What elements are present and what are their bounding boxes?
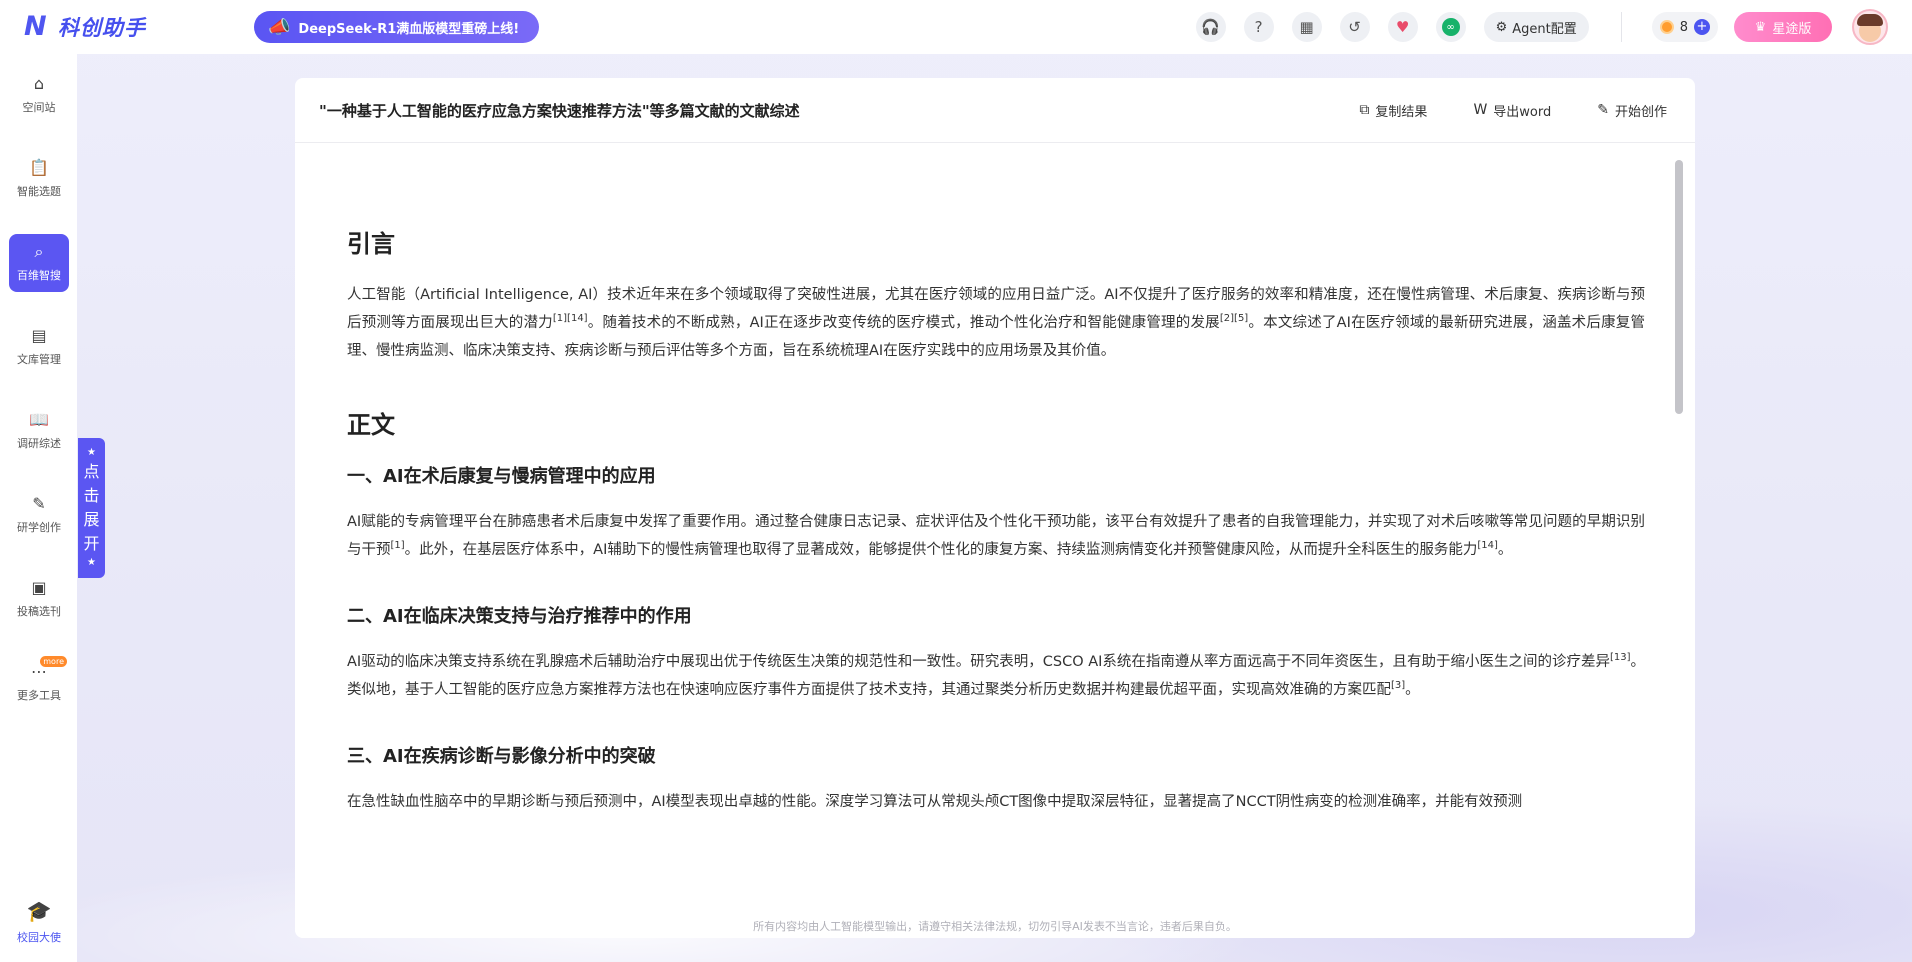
campus-ambassador-link[interactable]: 🎓 校园大使 xyxy=(9,892,69,952)
sidebar-item-writing[interactable]: ✎ 研学创作 xyxy=(9,486,69,544)
top-bar: N 科创助手 📣 DeepSeek-R1满血版模型重磅上线! 🎧 ? ▦ ↺ ♥… xyxy=(0,0,1912,54)
start-creation-label: 开始创作 xyxy=(1614,104,1667,120)
avatar-face-icon xyxy=(1857,14,1883,42)
agent-config-button[interactable]: ⚙ Agent配置 xyxy=(1483,12,1589,42)
body-heading: 正文 xyxy=(347,411,395,439)
headset-icon[interactable]: 🎧 xyxy=(1195,12,1226,42)
help-icon[interactable]: ? xyxy=(1243,12,1274,42)
calendar-icon[interactable]: ▦ xyxy=(1291,12,1322,42)
promo-text: DeepSeek-R1满血版模型重磅上线! xyxy=(298,21,520,37)
crown-icon: ♛ xyxy=(1754,19,1767,35)
campus-ambassador-label: 校园大使 xyxy=(17,931,61,944)
page-title: "一种基于人工智能的医疗应急方案快速推荐方法"等多篇文献的文献综述 xyxy=(319,101,800,120)
book-icon: 📖 xyxy=(29,410,49,429)
compose-icon: ✎ xyxy=(1597,102,1609,118)
citation-link[interactable]: [14] xyxy=(1477,540,1498,551)
sidebar-item-journal-selection[interactable]: ▣ 投稿选刊 xyxy=(9,570,69,628)
copy-result-label: 复制结果 xyxy=(1375,104,1428,120)
word-icon: W xyxy=(1473,102,1488,118)
section-heading-1: 一、AI在术后康复与慢病管理中的应用 xyxy=(347,466,656,487)
sidebar-item-label: 研学创作 xyxy=(17,521,61,534)
expand-tab-label: 点击展开 xyxy=(83,462,100,553)
health-heart-icon[interactable]: ♥ xyxy=(1387,12,1418,42)
sidebar-item-smart-search[interactable]: ⌕ 百维智搜 xyxy=(9,234,69,292)
sidebar-item-label: 空间站 xyxy=(22,101,56,114)
sidebar: ⌂ 空间站 📋 智能选题 ⌕ 百维智搜 ▤ 文库管理 📖 调研综述 ✎ 研学创作… xyxy=(0,54,77,962)
edit-icon: ✎ xyxy=(32,494,46,513)
history-icon[interactable]: ↺ xyxy=(1339,12,1370,42)
home-icon: ⌂ xyxy=(33,74,45,93)
sidebar-item-label: 文库管理 xyxy=(17,353,61,366)
coin-balance[interactable]: 8 + xyxy=(1651,12,1718,42)
star-icon: ★ xyxy=(87,447,96,458)
section-heading-2: 二、AI在临床决策支持与治疗推荐中的作用 xyxy=(347,606,692,627)
sidebar-item-more-tools[interactable]: more ⋯ 更多工具 xyxy=(9,654,69,712)
coin-icon xyxy=(1659,20,1674,34)
review-result-card: "一种基于人工智能的医疗应急方案快速推荐方法"等多篇文献的文献综述 ⧉ 复制结果… xyxy=(295,78,1695,938)
citation-link[interactable]: [1] xyxy=(391,540,405,551)
citation-link[interactable]: [3] xyxy=(1391,680,1405,691)
graduation-cap-icon: 🎓 xyxy=(26,899,52,923)
section-paragraph-2: AI驱动的临床决策支持系统在乳腺癌术后辅助治疗中展现出优于传统医生决策的规范性和… xyxy=(347,652,1646,698)
app-title: 科创助手 xyxy=(58,16,146,40)
sidebar-item-label: 更多工具 xyxy=(17,689,61,702)
scrollbar-thumb[interactable] xyxy=(1675,160,1683,414)
export-word-button[interactable]: W 导出word xyxy=(1473,101,1551,120)
vip-button[interactable]: ♛ 星途版 xyxy=(1734,12,1832,42)
section-heading-3: 三、AI在疾病诊断与影像分析中的突破 xyxy=(347,746,656,767)
search-robot-icon: ⌕ xyxy=(34,242,44,261)
sidebar-item-library[interactable]: ▤ 文库管理 xyxy=(9,318,69,376)
agent-config-label: Agent配置 xyxy=(1512,21,1577,37)
citation-link[interactable]: [1][14] xyxy=(553,313,588,324)
logo-mark-icon: N xyxy=(24,11,47,42)
export-word-label: 导出word xyxy=(1493,104,1552,120)
mini-program-icon[interactable]: ∞ xyxy=(1435,12,1466,42)
journal-icon: ▣ xyxy=(31,578,47,597)
copy-icon: ⧉ xyxy=(1359,102,1370,118)
citation-link[interactable]: [2][5] xyxy=(1220,313,1248,324)
promo-banner[interactable]: 📣 DeepSeek-R1满血版模型重磅上线! xyxy=(254,11,540,43)
sidebar-item-label: 智能选题 xyxy=(17,185,61,198)
megaphone-icon: 📣 xyxy=(268,16,291,38)
sidebar-item-label: 调研综述 xyxy=(17,437,61,450)
star-icon: ★ xyxy=(87,557,96,568)
section-paragraph-3: 在急性缺血性脑卒中的早期诊断与预后预测中，AI模型表现出卓越的性能。深度学习算法… xyxy=(347,794,1523,810)
coin-count: 8 xyxy=(1679,19,1688,35)
sidebar-item-topic-selection[interactable]: 📋 智能选题 xyxy=(9,150,69,208)
app-logo[interactable]: N 科创助手 xyxy=(24,12,204,42)
intro-heading: 引言 xyxy=(347,230,395,258)
sidebar-item-label: 投稿选刊 xyxy=(17,605,61,618)
expand-panel-tab[interactable]: ★ 点击展开 ★ xyxy=(78,438,105,578)
clipboard-icon: 📋 xyxy=(29,158,49,177)
more-badge: more xyxy=(40,656,67,667)
intro-paragraph: 人工智能（Artificial Intelligence, AI）技术近年来在多… xyxy=(347,287,1645,359)
sidebar-item-research-review[interactable]: 📖 调研综述 xyxy=(9,402,69,460)
add-coins-icon[interactable]: + xyxy=(1694,19,1710,35)
start-creation-button[interactable]: ✎ 开始创作 xyxy=(1597,101,1667,120)
section-paragraph-1: AI赋能的专病管理平台在肺癌患者术后康复中发挥了重要作用。通过整合健康日志记录、… xyxy=(347,514,1645,558)
copy-result-button[interactable]: ⧉ 复制结果 xyxy=(1359,101,1427,120)
ai-disclaimer: 所有内容均由人工智能模型输出，请遵守相关法律法规，切勿引导AI发表不当言论，违者… xyxy=(295,916,1695,938)
library-icon: ▤ xyxy=(31,326,47,345)
sidebar-item-label: 百维智搜 xyxy=(17,269,61,282)
citation-link[interactable]: [13] xyxy=(1610,652,1631,663)
user-avatar[interactable] xyxy=(1852,9,1888,45)
review-content-area[interactable]: 引言 人工智能（Artificial Intelligence, AI）技术近年… xyxy=(295,144,1695,938)
gear-icon: ⚙ xyxy=(1495,19,1508,35)
toolbar-divider xyxy=(1620,12,1622,42)
sidebar-item-space-station[interactable]: ⌂ 空间站 xyxy=(9,66,69,124)
scrollbar[interactable] xyxy=(1675,160,1683,920)
vip-label: 星途版 xyxy=(1772,21,1812,37)
card-header: "一种基于人工智能的医疗应急方案快速推荐方法"等多篇文献的文献综述 ⧉ 复制结果… xyxy=(295,78,1695,143)
article: 引言 人工智能（Artificial Intelligence, AI）技术近年… xyxy=(347,224,1645,816)
